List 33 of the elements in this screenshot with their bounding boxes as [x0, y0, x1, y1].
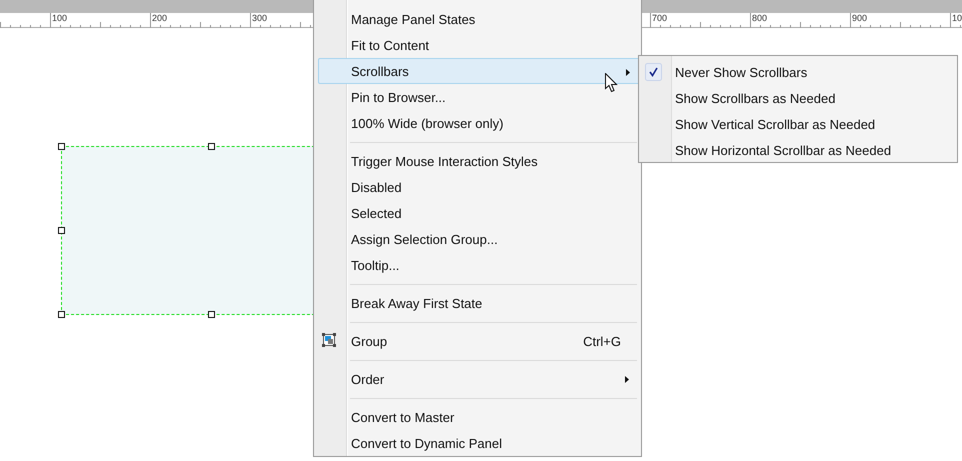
ruler-label: 100 [52, 13, 68, 23]
menu-item[interactable]: Show Horizontal Scrollbar as Needed [639, 137, 957, 163]
ruler-label: 700 [652, 13, 668, 23]
menu-item[interactable]: Pin to Browser... [314, 84, 641, 110]
menu-item[interactable]: Trigger Mouse Interaction Styles [314, 148, 641, 174]
menu-item[interactable]: Tooltip... [314, 252, 641, 278]
resize-handle[interactable] [208, 143, 215, 150]
ruler-label: 800 [752, 13, 768, 23]
menu-item[interactable]: Convert to Master [314, 404, 641, 430]
menu-item[interactable]: Show Vertical Scrollbar as Needed [639, 111, 957, 137]
resize-handle[interactable] [208, 311, 215, 318]
mouse-pointer-icon [605, 73, 618, 93]
menu-item[interactable]: Fit to Content [314, 32, 641, 58]
menu-item[interactable]: Show Scrollbars as Needed [639, 85, 957, 111]
menu-item[interactable]: Manage Panel States [314, 6, 641, 32]
resize-handle[interactable] [58, 311, 65, 318]
menu-item[interactable]: Break Away First State [314, 290, 641, 316]
submenu-arrow-icon [626, 69, 630, 76]
menu-item[interactable]: 100% Wide (browser only) [314, 110, 641, 136]
menu-item[interactable]: Assign Selection Group... [314, 226, 641, 252]
submenu-arrow-icon [625, 376, 629, 383]
ruler-label: 200 [152, 13, 168, 23]
menu-item[interactable]: Convert to Dynamic Panel [314, 430, 641, 456]
ruler-label: 300 [252, 13, 268, 23]
ruler-label: 900 [852, 13, 868, 23]
resize-handle[interactable] [58, 227, 65, 234]
menu-item[interactable]: Order [314, 366, 641, 392]
menu-item[interactable]: Group Ctrl+G [314, 328, 641, 354]
ruler-label: 10 [952, 13, 962, 23]
resize-handle[interactable] [58, 143, 65, 150]
menu-item[interactable]: Selected [314, 200, 641, 226]
menu-item[interactable]: Disabled [314, 174, 641, 200]
group-icon [322, 333, 336, 347]
